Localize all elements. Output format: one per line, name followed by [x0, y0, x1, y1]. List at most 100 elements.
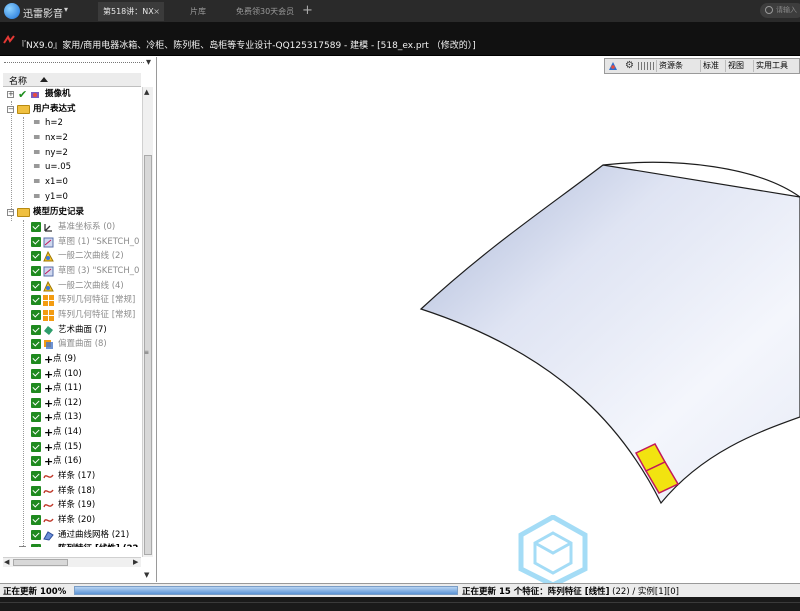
art-surface[interactable] — [419, 164, 800, 505]
tree-node-expression[interactable]: = y1=0 — [3, 190, 141, 205]
checkbox-checked-icon[interactable] — [31, 295, 41, 306]
checkbox-checked-icon[interactable] — [31, 529, 41, 540]
scroll-up-icon[interactable]: ▲ — [144, 88, 149, 96]
tree-node-feature[interactable]: + 点 (13) — [3, 410, 141, 425]
checkbox-checked-icon[interactable] — [31, 383, 41, 394]
tree-node-feature[interactable]: + 点 (12) — [3, 396, 141, 411]
scrollbar-thumb[interactable] — [13, 559, 68, 566]
checkbox-checked-icon[interactable] — [31, 339, 41, 350]
navigator-column-header[interactable]: 名称 — [3, 73, 141, 87]
tree-node-feature[interactable]: 阵列几何特征 [常规] — [3, 293, 141, 308]
expand-plus-icon[interactable]: + — [7, 91, 14, 98]
checkbox-checked-icon[interactable] — [31, 353, 41, 364]
tree-node-expression[interactable]: = x1=0 — [3, 175, 141, 190]
model-viewport[interactable] — [158, 57, 800, 582]
sort-ascending-icon[interactable] — [40, 77, 48, 82]
scroll-left-icon[interactable]: ◀ — [4, 558, 9, 567]
checkbox-checked-icon[interactable] — [31, 309, 41, 320]
expression-icon: = — [33, 162, 41, 173]
checkbox-checked-icon[interactable] — [31, 485, 41, 496]
folder-icon — [17, 105, 30, 114]
close-tab-icon[interactable]: × — [153, 2, 160, 21]
tree-node-model-history[interactable]: − 模型历史记录 — [3, 205, 141, 220]
graphics-window[interactable]: ⚙ 资源条 标准 视图 实用工具 — [158, 57, 800, 582]
tree-node-feature[interactable]: 基准坐标系 (0) — [3, 220, 141, 235]
player-logo-icon[interactable] — [4, 3, 20, 19]
tree-node-feature[interactable]: + 点 (11) — [3, 381, 141, 396]
expression-icon: = — [33, 147, 41, 158]
tree-node-feature[interactable]: + 点 (9) — [3, 352, 141, 367]
checkbox-checked-icon[interactable] — [31, 471, 41, 482]
view-button[interactable]: 视图 — [725, 60, 746, 72]
tree-node-feature[interactable]: + 点 (14) — [3, 425, 141, 440]
tree-label: 基准坐标系 (0) — [58, 222, 116, 232]
checkbox-checked-icon[interactable] — [31, 441, 41, 452]
tree-node-feature[interactable]: 草图 (3) "SKETCH_0 — [3, 264, 141, 279]
tree-node-feature[interactable]: + 点 (10) — [3, 367, 141, 382]
tab-free-vip[interactable]: 免费领30天会员 — [231, 2, 301, 21]
tree-node-expression[interactable]: = ny=2 — [3, 146, 141, 161]
checkbox-checked-icon[interactable] — [31, 397, 41, 408]
tree-node-feature[interactable]: 偏置曲面 (8) — [3, 337, 141, 352]
tree-node-camera[interactable]: + ✔ 摄像机 — [3, 87, 141, 102]
checkbox-checked-icon[interactable] — [31, 412, 41, 423]
player-app-name[interactable]: 迅雷影音 — [23, 5, 63, 20]
point-icon: + — [44, 411, 54, 425]
tab-current-video[interactable]: 第518讲：NX × — [98, 2, 164, 21]
checkbox-checked-icon[interactable] — [31, 368, 41, 379]
tree-node-expression[interactable]: = h=2 — [3, 116, 141, 131]
standard-button[interactable]: 标准 — [700, 60, 721, 72]
scroll-right-icon[interactable]: ▶ — [133, 558, 138, 567]
gear-icon[interactable]: ⚙ — [625, 60, 634, 72]
tree-node-expression[interactable]: = u=.05 — [3, 160, 141, 175]
tree-node-feature[interactable]: 艺术曲面 (7) — [3, 323, 141, 338]
collapse-minus-icon[interactable]: − — [7, 209, 14, 216]
tree-node-feature[interactable]: 样条 (18) — [3, 484, 141, 499]
scroll-down-icon[interactable]: ▼ — [144, 571, 149, 579]
tree-label: 一般二次曲线 (4) — [58, 280, 124, 291]
nx-app-icon — [3, 35, 15, 44]
tree-label: u=.05 — [45, 162, 72, 173]
checkbox-checked-icon[interactable] — [31, 280, 41, 291]
resource-bar-button[interactable]: 资源条 — [656, 60, 685, 72]
checkbox-checked-icon[interactable] — [31, 265, 41, 276]
player-search-input[interactable]: 请输入 — [760, 3, 800, 18]
tree-node-feature[interactable]: 一般二次曲线 (4) — [3, 279, 141, 294]
navigator-horizontal-scrollbar[interactable]: ◀ ▶ — [3, 557, 141, 567]
tree-node-feature[interactable]: 阵列几何特征 [常规] — [3, 308, 141, 323]
checkbox-checked-icon[interactable] — [31, 456, 41, 467]
add-tab-button[interactable]: + — [302, 2, 313, 20]
tree-node-feature[interactable]: 通过曲线网格 (21) — [3, 528, 141, 543]
tree-node-feature[interactable]: 一般二次曲线 (2) — [3, 249, 141, 264]
toolbar-grip-icon[interactable] — [638, 62, 654, 70]
tree-node-user-expressions[interactable]: − 用户表达式 — [3, 102, 141, 117]
snap-view-icon[interactable] — [608, 61, 618, 71]
tree-node-feature[interactable]: 样条 (17) — [3, 469, 141, 484]
navigator-vertical-scrollbar[interactable]: ▲ ≡ ▼ — [142, 87, 153, 579]
tree-label: nx=2 — [45, 132, 68, 143]
tree-node-feature[interactable]: 草图 (1) "SKETCH_0 — [3, 235, 141, 250]
tab-library[interactable]: 片库 — [185, 2, 225, 21]
tree-node-feature[interactable]: + 点 (15) — [3, 440, 141, 455]
expand-plus-icon[interactable]: + — [19, 546, 26, 547]
checkbox-checked-icon[interactable] — [31, 324, 41, 335]
navigator-menu-icon[interactable]: ▾ — [146, 57, 156, 68]
tree-node-feature[interactable]: 样条 (20) — [3, 513, 141, 528]
checkbox-checked-icon[interactable] — [31, 251, 41, 262]
utility-button[interactable]: 实用工具 — [753, 60, 790, 72]
tree-node-feature[interactable]: + 点 (16) — [3, 454, 141, 469]
tree-node-feature[interactable]: 样条 (19) — [3, 498, 141, 513]
navigator-drag-grip[interactable] — [4, 62, 144, 64]
checkbox-checked-icon[interactable] — [31, 544, 41, 547]
part-navigator: ▾ 名称 + ✔ 摄像机 − 用户表达式 = h=2 = nx=2 = ny=2 = u=.0… — [0, 57, 157, 582]
tree-node-feature[interactable]: + 阵列特征 [线性] (22 — [3, 542, 141, 547]
checkbox-checked-icon[interactable] — [31, 427, 41, 438]
checkbox-checked-icon[interactable] — [31, 222, 41, 232]
checkbox-checked-icon[interactable] — [31, 500, 41, 511]
checkbox-checked-icon[interactable] — [31, 515, 41, 525]
tree-node-expression[interactable]: = nx=2 — [3, 131, 141, 146]
progress-fill — [75, 587, 457, 594]
checkbox-checked-icon[interactable] — [31, 236, 41, 247]
player-menu-caret-icon[interactable]: ▾ — [64, 5, 68, 14]
collapse-minus-icon[interactable]: − — [7, 106, 14, 113]
